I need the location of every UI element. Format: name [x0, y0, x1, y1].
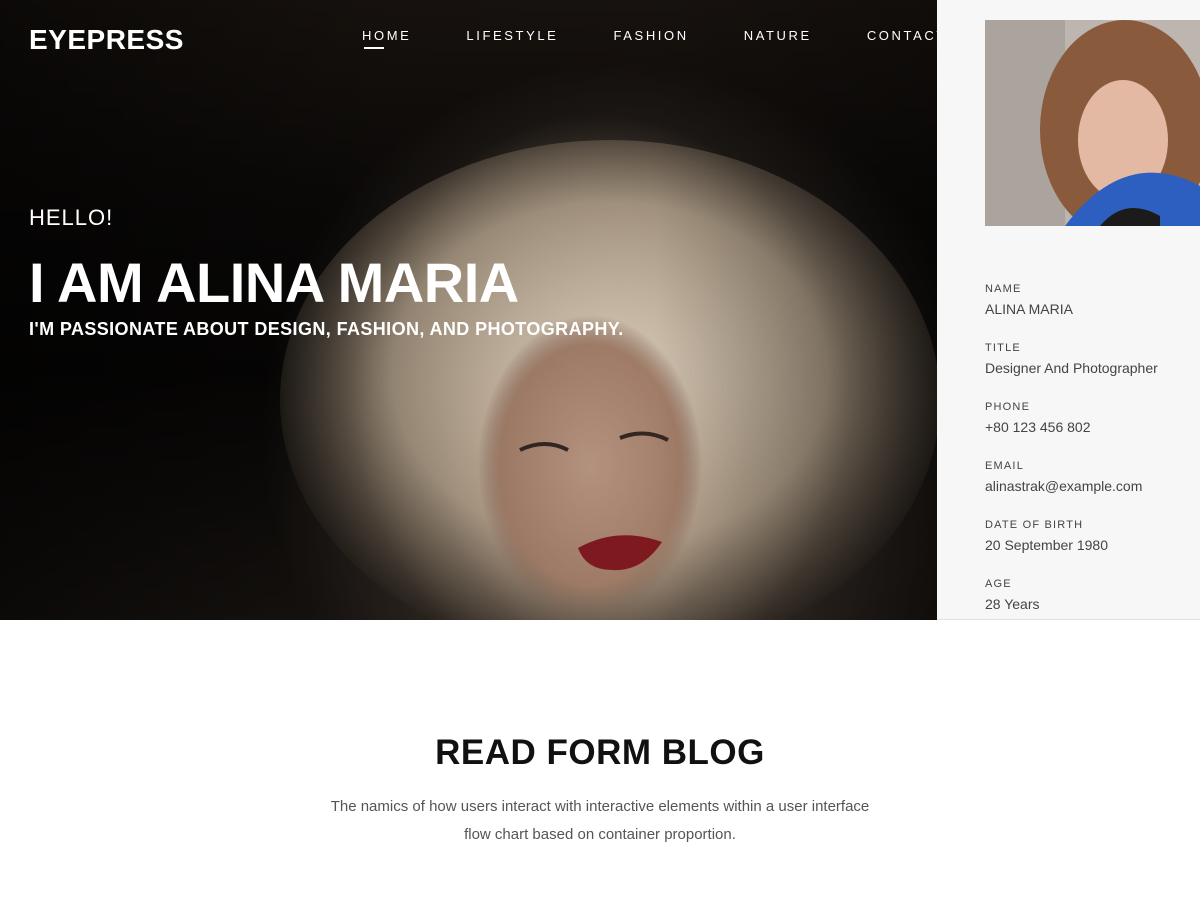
hero-tagline: I'M PASSIONATE ABOUT DESIGN, FASHION, AN… — [29, 319, 624, 339]
field-value: Designer And Photographer — [985, 360, 1158, 376]
hero-name: I AM ALINA MARIA — [29, 251, 519, 314]
hero-greeting: HELLO! — [29, 205, 114, 230]
field-label: AGE — [985, 578, 1012, 590]
field-label: DATE OF BIRTH — [985, 519, 1084, 531]
blog-section: READ FORM BLOG The namics of how users i… — [0, 620, 1200, 900]
blog-title: READ FORM BLOG — [435, 733, 765, 772]
field-value: 28 Years — [985, 596, 1040, 612]
field-value: alinastrak@example.com — [985, 478, 1143, 494]
profile-field-title: TITLE Designer And Photographer — [985, 342, 1158, 376]
nav-item-nature[interactable]: NATURE — [744, 28, 812, 43]
field-label: NAME — [985, 283, 1022, 295]
blog-description: The namics of how users interact with in… — [330, 798, 870, 843]
field-value: ALINA MARIA — [985, 301, 1073, 317]
profile-field-age: AGE 28 Years — [985, 578, 1040, 612]
profile-field-phone: PHONE +80 123 456 802 — [985, 401, 1091, 435]
nav-item-lifestyle[interactable]: LIFESTYLE — [466, 28, 558, 43]
hero-banner: HELLO! I AM ALINA MARIA I'M PASSIONATE A… — [0, 0, 937, 620]
profile-field-dob: DATE OF BIRTH 20 September 1980 — [985, 519, 1108, 553]
field-value: +80 123 456 802 — [985, 419, 1091, 435]
hero-content: HELLO! I AM ALINA MARIA I'M PASSIONATE A… — [29, 205, 624, 340]
avatar-photo — [985, 20, 1200, 226]
profile-field-email: EMAIL alinastrak@example.com — [985, 460, 1142, 494]
field-label: PHONE — [985, 401, 1031, 413]
nav-item-home[interactable]: HOME — [362, 28, 411, 49]
nav-item-contact[interactable]: CONTACT — [867, 28, 947, 43]
field-label: TITLE — [985, 342, 1021, 354]
field-label: EMAIL — [985, 460, 1025, 472]
profile-panel: NAME ALINA MARIA TITLE Designer And Phot… — [937, 0, 1200, 620]
field-value: 20 September 1980 — [985, 537, 1108, 553]
site-logo[interactable]: EYEPRESS — [29, 24, 184, 56]
nav-item-fashion[interactable]: FASHION — [613, 28, 688, 43]
profile-field-name: NAME ALINA MARIA — [985, 283, 1073, 317]
avatar — [985, 20, 1200, 226]
main-nav: HOME LIFESTYLE FASHION NATURE CONTACT — [362, 28, 1002, 49]
